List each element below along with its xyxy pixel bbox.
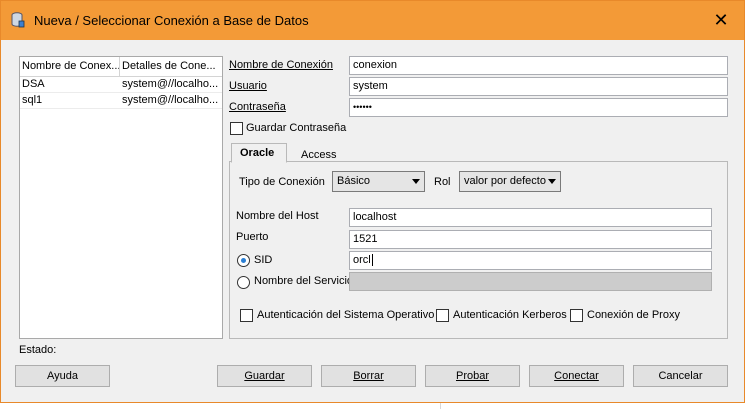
background-divider (440, 403, 441, 409)
os-auth-checkbox[interactable] (240, 309, 253, 322)
delete-button[interactable]: Borrar (321, 365, 416, 387)
list-item[interactable]: sql1 system@//localho... (20, 93, 222, 109)
kerberos-checkbox[interactable] (436, 309, 449, 322)
sid-label: SID (254, 254, 273, 266)
list-item[interactable]: DSA system@//localho... (20, 77, 222, 93)
port-label: Puerto (236, 231, 269, 243)
test-button-label: Probar (455, 370, 490, 382)
role-value: valor por defecto (464, 175, 546, 187)
connect-button-label: Conectar (554, 370, 599, 382)
help-button-label: Ayuda (47, 370, 78, 382)
connection-name-field[interactable]: conexion (349, 56, 728, 75)
save-password-checkbox[interactable] (230, 122, 243, 135)
kerberos-label: Autenticación Kerberos (453, 309, 567, 321)
service-name-label: Nombre del Servicio (254, 275, 354, 287)
title-bar: Nueva / Seleccionar Conexión a Base de D… (1, 1, 744, 40)
cancel-button-label: Cancelar (658, 370, 703, 382)
column-header-details[interactable]: Detalles de Cone... (120, 57, 222, 76)
dialog-window: Nueva / Seleccionar Conexión a Base de D… (0, 0, 745, 403)
host-field[interactable]: localhost (349, 208, 712, 227)
service-name-radio[interactable] (237, 276, 250, 289)
list-item-name: DSA (22, 78, 45, 90)
role-select[interactable]: valor por defecto (459, 171, 561, 192)
sid-value: orcl (353, 254, 371, 266)
list-header: Nombre de Conex... Detalles de Cone... (20, 57, 222, 77)
column-header-name[interactable]: Nombre de Conex... (20, 57, 120, 76)
connection-type-select[interactable]: Básico (332, 171, 425, 192)
test-button[interactable]: Probar (425, 365, 520, 387)
os-auth-label: Autenticación del Sistema Operativo (257, 309, 435, 321)
host-label: Nombre del Host (236, 210, 319, 222)
text-caret (371, 254, 373, 267)
connection-list[interactable]: Nombre de Conex... Detalles de Cone... D… (19, 56, 223, 339)
proxy-checkbox[interactable] (570, 309, 583, 322)
list-item-details: system@//localho... (122, 94, 219, 106)
help-button[interactable]: Ayuda (15, 365, 110, 387)
port-field[interactable]: 1521 (349, 230, 712, 249)
sid-field[interactable]: orcl (349, 251, 712, 270)
user-field[interactable]: system (349, 77, 728, 96)
service-name-field (349, 272, 712, 291)
delete-button-label: Borrar (353, 370, 384, 382)
cancel-button[interactable]: Cancelar (633, 365, 728, 387)
sid-radio[interactable] (237, 254, 250, 267)
connection-type-label: Tipo de Conexión (239, 176, 325, 188)
window-title: Nueva / Seleccionar Conexión a Base de D… (34, 13, 309, 28)
password-field[interactable]: •••••• (349, 98, 728, 117)
status-label: Estado: (19, 344, 57, 356)
tab-oracle[interactable]: Oracle (231, 143, 287, 163)
background-right (745, 0, 752, 409)
background-bottom (0, 403, 752, 409)
password-label: Contraseña (229, 101, 286, 113)
proxy-label: Conexión de Proxy (587, 309, 680, 321)
save-button[interactable]: Guardar (217, 365, 312, 387)
save-button-label: Guardar (244, 370, 285, 382)
connection-name-label: Nombre de Conexión (229, 59, 333, 71)
user-label: Usuario (229, 80, 267, 92)
list-item-name: sql1 (22, 94, 43, 106)
connection-type-value: Básico (337, 175, 371, 187)
database-icon (11, 12, 25, 28)
role-label: Rol (434, 176, 451, 188)
close-icon[interactable]: ✕ (698, 1, 744, 40)
connect-button[interactable]: Conectar (529, 365, 624, 387)
chevron-down-icon (548, 179, 556, 184)
list-item-details: system@//localho... (122, 78, 219, 90)
chevron-down-icon (412, 179, 420, 184)
save-password-label: Guardar Contraseña (246, 122, 347, 134)
